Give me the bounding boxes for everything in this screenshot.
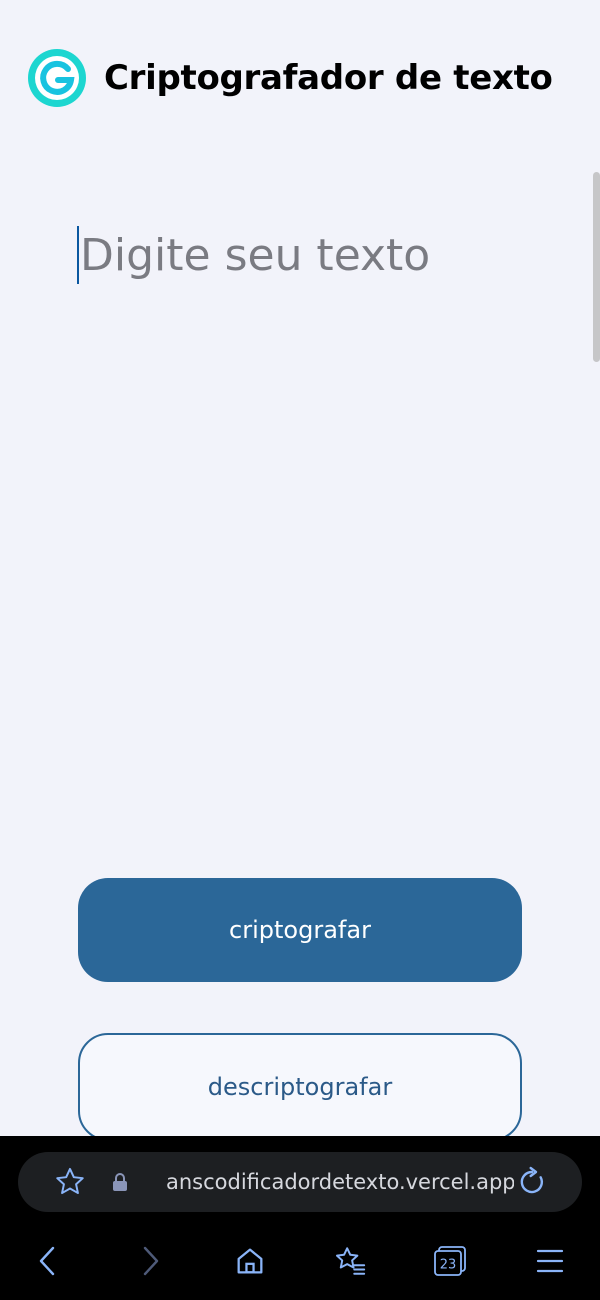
app-logo-icon [28, 49, 86, 107]
tabs-icon[interactable]: 23 [420, 1222, 480, 1300]
menu-icon[interactable] [520, 1222, 580, 1300]
text-caret [77, 226, 79, 284]
forward-icon[interactable] [120, 1222, 180, 1300]
browser-nav-bar: 23 [0, 1222, 600, 1300]
address-bar[interactable]: anscodificadordetexto.vercel.app [18, 1152, 582, 1212]
app-header: Criptografador de texto [28, 46, 553, 110]
bookmarks-list-icon[interactable] [320, 1222, 380, 1300]
decrypt-button[interactable]: descriptografar [78, 1033, 522, 1141]
lock-icon [106, 1152, 134, 1212]
page-scrollbar[interactable] [593, 172, 600, 362]
browser-toolbar: anscodificadordetexto.vercel.app 23 [0, 1136, 600, 1300]
text-input[interactable] [78, 226, 530, 586]
bookmark-star-icon[interactable] [50, 1152, 90, 1212]
encrypt-button[interactable]: criptografar [78, 878, 522, 982]
page-title: Criptografador de texto [104, 58, 553, 98]
back-icon[interactable] [18, 1222, 78, 1300]
reload-icon[interactable] [510, 1152, 554, 1212]
home-icon[interactable] [220, 1222, 280, 1300]
tab-count: 23 [440, 1258, 457, 1273]
url-text[interactable]: anscodificadordetexto.vercel.app [166, 1152, 514, 1212]
